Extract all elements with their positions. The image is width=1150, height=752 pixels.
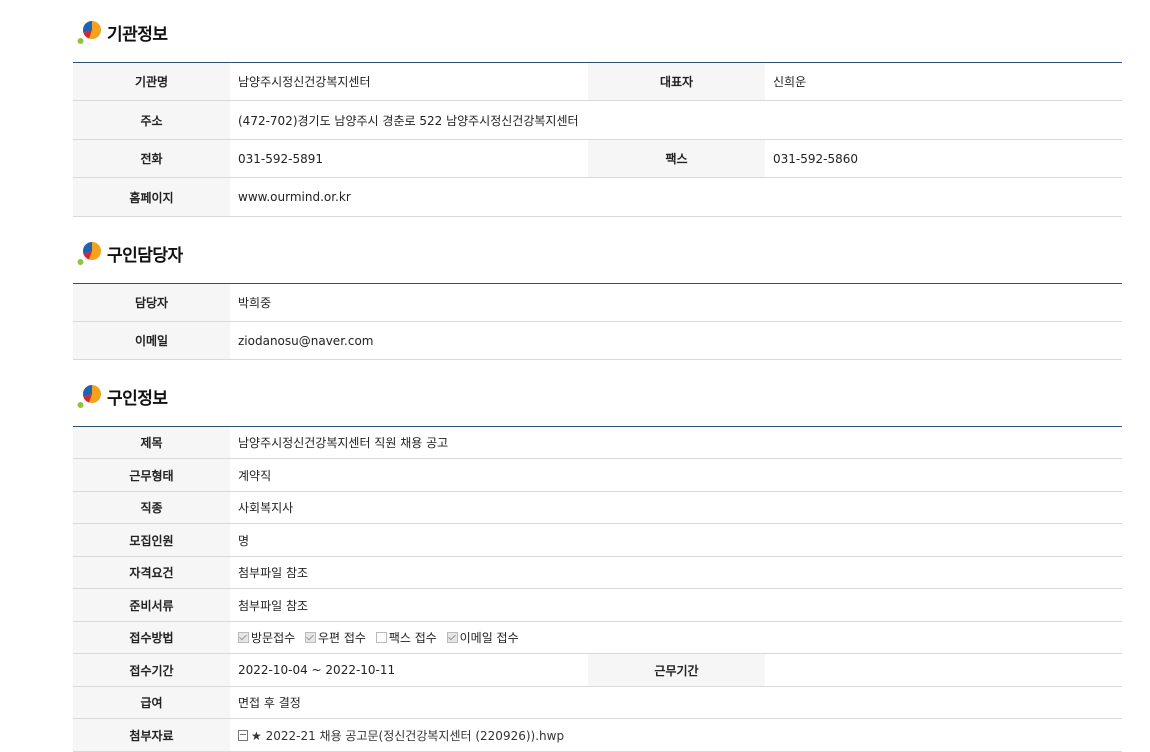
- table-row: 접수방법 방문접수 우편 접수 팩스 접수 이메일 접수: [73, 621, 1122, 654]
- workperiod-label: 근무기간: [588, 653, 765, 687]
- jobkind-value: 사회복지사: [230, 491, 1122, 524]
- qual-value: 첨부파일 참조: [230, 556, 1122, 589]
- address-value: (472-702)경기도 남양주시 경춘로 522 남양주시정신건강복지센터: [230, 100, 1122, 140]
- docs-value: 첨부파일 참조: [230, 588, 1122, 622]
- method-visit-label: 방문접수: [251, 631, 296, 645]
- phone-label: 전화: [73, 139, 230, 178]
- ceo-label: 대표자: [588, 62, 765, 101]
- subject-value: 남양주시정신건강복지센터 직원 채용 공고: [230, 426, 1122, 459]
- headcount-label: 모집인원: [73, 523, 230, 557]
- checkbox-fax[interactable]: [375, 632, 387, 643]
- page-title-org: 기관정보: [107, 24, 168, 45]
- table-row: 이메일 ziodanosu@naver.com: [73, 321, 1122, 360]
- section-title-org: 기관정보: [77, 17, 168, 47]
- org-name-label: 기관명: [73, 62, 230, 101]
- method-option: 우편 접수: [305, 631, 366, 645]
- method-post-label: 우편 접수: [318, 631, 366, 645]
- page-title-contact: 구인담당자: [107, 245, 183, 266]
- org-info-table: 기관명 남양주시정신건강복지센터 대표자 신희운 주소 (472-702)경기도…: [73, 62, 1122, 217]
- table-row: 제목 남양주시정신건강복지센터 직원 채용 공고: [73, 426, 1122, 459]
- address-label: 주소: [73, 100, 230, 140]
- worktype-label: 근무형태: [73, 458, 230, 492]
- table-row: 전화 031-592-5891 팩스 031-592-5860: [73, 139, 1122, 178]
- table-row: 직종 사회복지사: [73, 491, 1122, 524]
- email-value: ziodanosu@naver.com: [230, 321, 1122, 360]
- contact-info-table: 담당자 박희중 이메일 ziodanosu@naver.com: [73, 283, 1122, 360]
- fax-value: 031-592-5860: [765, 139, 1122, 178]
- table-row: 급여 면접 후 결정: [73, 686, 1122, 719]
- qual-label: 자격요건: [73, 556, 230, 589]
- person-label: 담당자: [73, 283, 230, 322]
- person-value: 박희중: [230, 283, 1122, 322]
- subject-label: 제목: [73, 426, 230, 459]
- table-row: 기관명 남양주시정신건강복지센터 대표자 신희운: [73, 62, 1122, 101]
- file-icon: [238, 729, 248, 741]
- method-email-label: 이메일 접수: [459, 631, 519, 645]
- table-row: 모집인원 명: [73, 523, 1122, 557]
- attach-label: 첨부자료: [73, 718, 230, 752]
- section-title-contact: 구인담당자: [77, 238, 183, 268]
- title-bullet-icon: [77, 19, 103, 45]
- table-row: 주소 (472-702)경기도 남양주시 경춘로 522 남양주시정신건강복지센…: [73, 100, 1122, 140]
- method-value: 방문접수 우편 접수 팩스 접수 이메일 접수: [230, 621, 1122, 654]
- table-row: 접수기간 2022-10-04 ~ 2022-10-11 근무기간: [73, 653, 1122, 687]
- table-row: 홈페이지 www.ourmind.or.kr: [73, 177, 1122, 217]
- phone-value: 031-592-5891: [230, 139, 588, 178]
- checkbox-post[interactable]: [305, 632, 316, 643]
- table-row: 자격요건 첨부파일 참조: [73, 556, 1122, 589]
- docs-label: 준비서류: [73, 588, 230, 622]
- table-row: 담당자 박희중: [73, 283, 1122, 322]
- section-title-job: 구인정보: [77, 381, 168, 411]
- workperiod-value: [765, 653, 1122, 687]
- table-row: 근무형태 계약직: [73, 458, 1122, 492]
- method-option: 방문접수: [238, 631, 295, 645]
- headcount-value: 명: [230, 523, 1122, 557]
- period-value: 2022-10-04 ~ 2022-10-11: [230, 653, 588, 687]
- method-fax-label: 팩스 접수: [388, 631, 437, 645]
- fax-label: 팩스: [588, 139, 765, 178]
- worktype-value: 계약직: [230, 458, 1122, 492]
- email-label: 이메일: [73, 321, 230, 360]
- homepage-link[interactable]: www.ourmind.or.kr: [230, 177, 1122, 217]
- title-bullet-icon: [77, 383, 103, 409]
- method-label: 접수방법: [73, 621, 230, 654]
- homepage-label: 홈페이지: [73, 177, 230, 217]
- title-bullet-icon: [77, 240, 103, 266]
- job-info-table: 제목 남양주시정신건강복지센터 직원 채용 공고 근무형태 계약직 직종 사회복…: [73, 426, 1122, 752]
- checkbox-visit[interactable]: [238, 632, 249, 643]
- method-option: 팩스 접수: [375, 631, 437, 645]
- page-title-job: 구인정보: [107, 388, 168, 409]
- period-label: 접수기간: [73, 653, 230, 687]
- jobkind-label: 직종: [73, 491, 230, 524]
- method-option: 이메일 접수: [446, 631, 519, 645]
- attachment-link[interactable]: ★ 2022-21 채용 공고문(정신건강복지센터 (220926)).hwp: [251, 729, 564, 743]
- salary-value: 면접 후 결정: [230, 686, 1122, 719]
- checkbox-email[interactable]: [446, 632, 458, 643]
- table-row: 준비서류 첨부파일 참조: [73, 588, 1122, 622]
- table-row: 첨부자료 ★ 2022-21 채용 공고문(정신건강복지센터 (220926))…: [73, 718, 1122, 752]
- attach-value: ★ 2022-21 채용 공고문(정신건강복지센터 (220926)).hwp: [230, 718, 1122, 752]
- ceo-value: 신희운: [765, 62, 1122, 101]
- salary-label: 급여: [73, 686, 230, 719]
- org-name-value: 남양주시정신건강복지센터: [230, 62, 588, 101]
